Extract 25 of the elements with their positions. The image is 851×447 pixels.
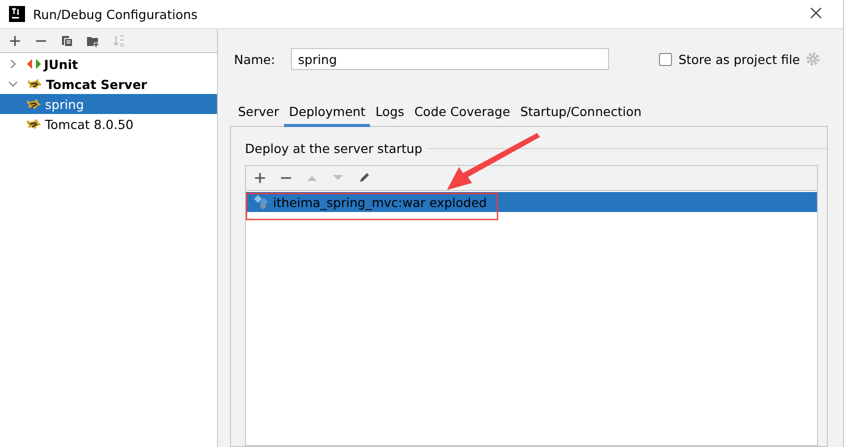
- store-checkbox[interactable]: [659, 52, 672, 66]
- name-label: Name:: [233, 52, 276, 66]
- tree-item[interactable]: spring: [0, 94, 217, 114]
- cat-icon: [27, 78, 43, 90]
- chevron-right-icon[interactable]: [8, 59, 18, 69]
- window-title: Run/Debug Configurations: [33, 6, 198, 22]
- artifact-icon: [253, 194, 269, 210]
- artifact-row[interactable]: itheima_spring_mvc:war exploded: [246, 192, 817, 212]
- app-logo-icon: [9, 6, 25, 22]
- tab[interactable]: Server: [233, 99, 284, 127]
- junit-icon: [27, 58, 41, 70]
- cat-icon: [26, 98, 42, 110]
- tree-item[interactable]: Tomcat 8.0.50: [0, 114, 217, 134]
- tab[interactable]: Deployment: [284, 99, 370, 127]
- checkbox-label[interactable]: Store as project file: [678, 52, 800, 66]
- close-icon[interactable]: [809, 7, 823, 21]
- tab[interactable]: Code Coverage: [409, 99, 516, 127]
- tab[interactable]: Logs: [370, 99, 410, 127]
- cat-icon: [26, 118, 42, 130]
- tab[interactable]: Startup/Connection: [515, 99, 647, 127]
- group-title: Deploy at the server startup: [245, 141, 422, 156]
- name-field[interactable]: spring: [291, 48, 609, 70]
- tree-item[interactable]: JUnit: [0, 54, 217, 74]
- chevron-down-icon[interactable]: [8, 79, 18, 89]
- tree-item[interactable]: Tomcat Server: [0, 74, 217, 94]
